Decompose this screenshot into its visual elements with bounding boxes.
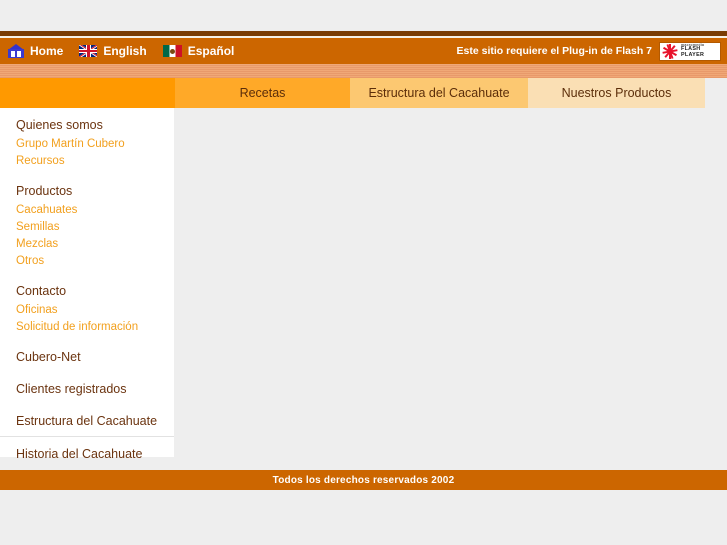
sidebar-group-quienes-somos: Quienes somos Grupo Martín Cubero Recurs… (0, 118, 174, 167)
sidebar-item-recursos[interactable]: Recursos (16, 155, 174, 167)
sidebar-item-clientes-registrados[interactable]: Clientes registrados (16, 382, 174, 396)
home-link[interactable]: Home (8, 44, 63, 58)
sidebar-item-productos[interactable]: Productos (16, 184, 174, 198)
uk-flag-icon (79, 45, 98, 57)
sidebar-item-contacto[interactable]: Contacto (16, 284, 174, 298)
mexico-flag-icon (162, 45, 182, 57)
footer-bar: Todos los derechos reservados 2002 (0, 470, 727, 490)
tab-nuestros-productos[interactable]: Nuestros Productos (528, 78, 705, 108)
house-icon (8, 44, 24, 58)
sidebar-item-cacahuates[interactable]: Cacahuates (16, 204, 174, 216)
sidebar-historia-group: Historia del Cacahuate (0, 447, 174, 461)
flash-burst-icon (662, 43, 679, 59)
sidebar-item-grupo-martin-cubero[interactable]: Grupo Martín Cubero (16, 138, 174, 150)
header-stripe-band (0, 64, 727, 78)
tab-recetas-label: Recetas (239, 86, 286, 100)
tab-recetas[interactable]: Recetas (175, 78, 350, 108)
english-link-label: English (103, 44, 147, 58)
sidebar-group-contacto: Contacto Oficinas Solicitud de informaci… (0, 284, 174, 333)
sidebar-item-solicitud-de-informacion[interactable]: Solicitud de información (16, 321, 174, 333)
tab-estructura-del-cacahuate[interactable]: Estructura del Cacahuate (350, 78, 528, 108)
flash-requirement-note: Este sitio requiere el Plug-in de Flash … (456, 45, 652, 57)
sidebar-item-semillas[interactable]: Semillas (16, 221, 174, 233)
flash-badge-line2: PLAYER (681, 51, 705, 58)
sidebar-item-mezclas[interactable]: Mezclas (16, 238, 174, 250)
sidebar-item-oficinas[interactable]: Oficinas (16, 304, 174, 316)
sidebar-item-historia-del-cacahuate[interactable]: Historia del Cacahuate (16, 447, 174, 461)
sidebar: Quienes somos Grupo Martín Cubero Recurs… (0, 108, 174, 461)
tab-estructura-label: Estructura del Cacahuate (368, 86, 510, 100)
sidebar-item-estructura-del-cacahuate[interactable]: Estructura del Cacahuate (16, 414, 174, 428)
page-top-margin (0, 0, 727, 31)
sidebar-item-quienes-somos[interactable]: Quienes somos (16, 118, 174, 132)
header-right-group: Este sitio requiere el Plug-in de Flash … (457, 38, 721, 64)
header-bar: Home English Español Este sitio requiere… (0, 38, 727, 64)
nav-right-padding (705, 78, 727, 108)
home-link-label: Home (30, 44, 64, 58)
sidebar-divider (0, 436, 174, 437)
sidebar-item-otros[interactable]: Otros (16, 255, 174, 267)
header-left-links: Home English Español (8, 38, 250, 64)
footer-copyright: Todos los derechos reservados 2002 (272, 474, 455, 486)
main-content-area (175, 108, 727, 465)
english-link[interactable]: English (79, 44, 147, 58)
page-bottom-margin (0, 490, 727, 545)
sidebar-item-cubero-net[interactable]: Cubero-Net (16, 350, 174, 364)
nav-tab-bar: Recetas Estructura del Cacahuate Nuestro… (0, 78, 727, 108)
spanish-link[interactable]: Español (162, 44, 235, 58)
tab-productos-label: Nuestros Productos (561, 86, 672, 100)
spanish-link-label: Español (187, 44, 235, 58)
sidebar-group-productos: Productos Cacahuates Semillas Mezclas Ot… (0, 184, 174, 267)
sidebar-standalone-links: Cubero-Net Clientes registrados Estructu… (0, 350, 174, 428)
flash-player-badge-icon[interactable]: macromedia FLASH PLAYER (659, 41, 721, 61)
